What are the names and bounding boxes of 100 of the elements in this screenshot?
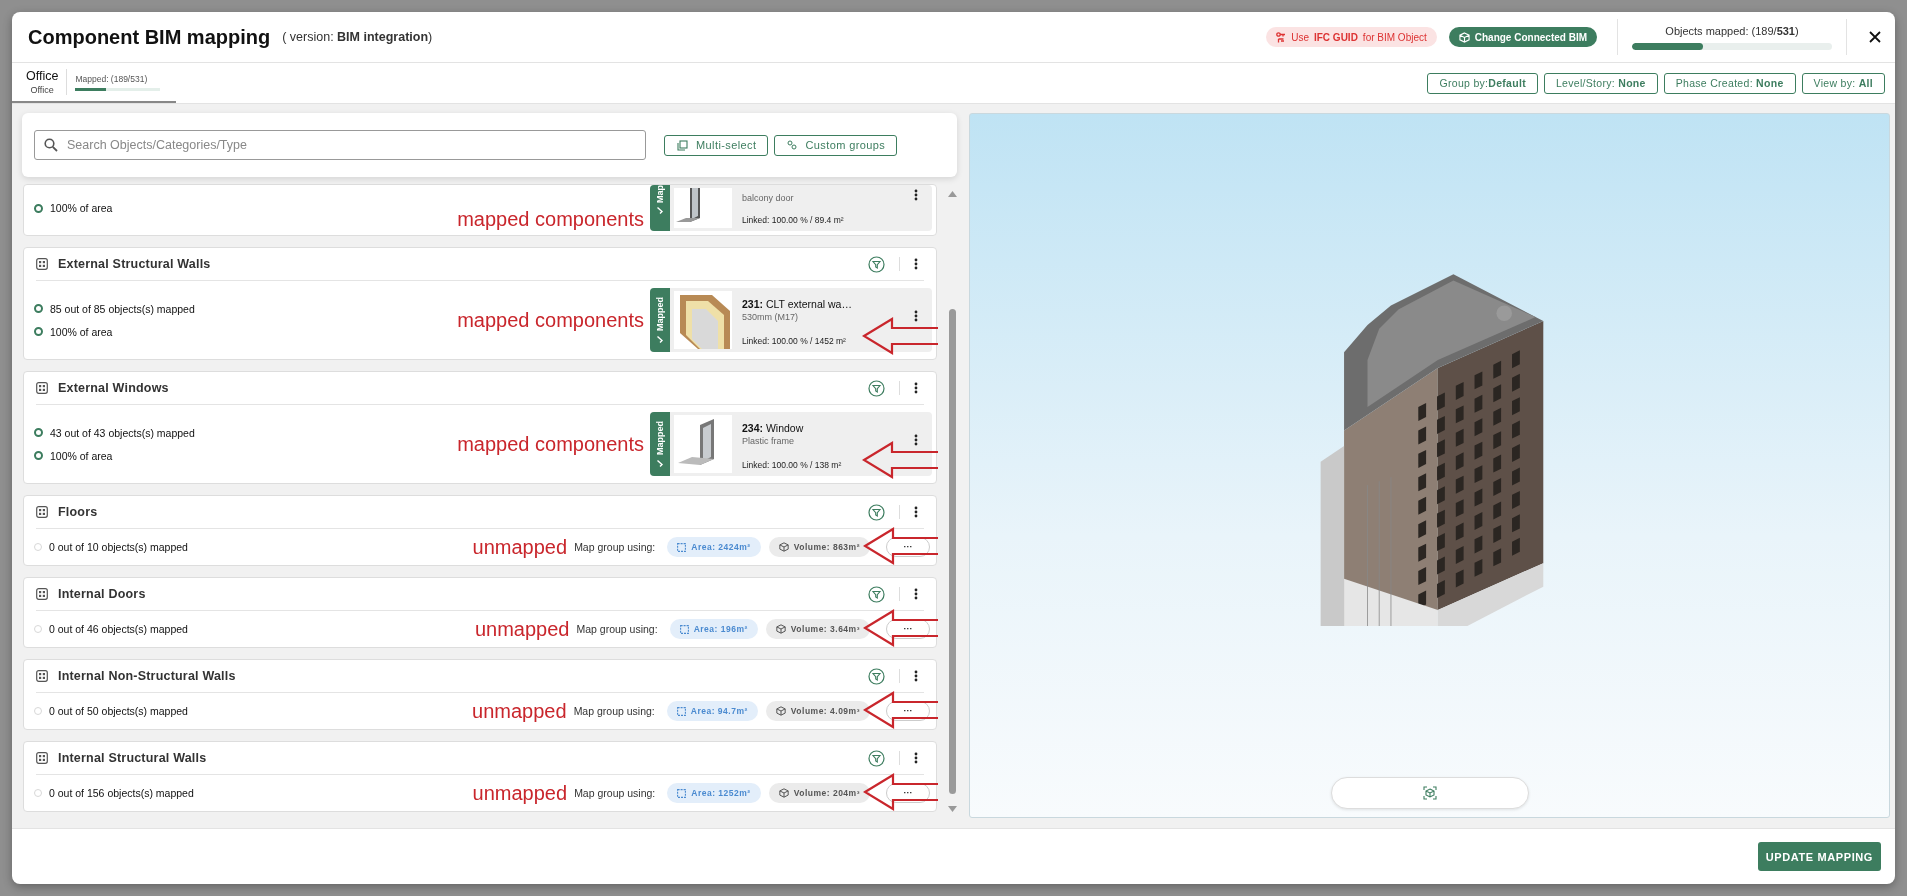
search-field[interactable]: Search Objects/Categories/Type [34,130,646,160]
map-group-label: Map group using: [574,541,656,553]
custom-groups-button[interactable]: Custom groups [774,134,898,156]
annotation-text: unmapped [472,781,568,805]
search-icon [44,138,58,152]
mapped-badge: Mapped [650,288,670,352]
mapped-component-tile[interactable]: Map balcony door Linked: 100.00 % / 89.4 m² [650,185,932,231]
version-label: ( version: BIM integration) [282,30,433,44]
cube-icon [775,624,786,634]
more-options-icon[interactable] [914,189,918,201]
wall-section-thumbnail [674,291,732,349]
grid-icon [36,258,48,270]
area-icon [677,542,687,552]
group-title: External Windows [58,381,169,395]
status-text: 0 out of 10 objects(s) mapped [49,541,188,553]
filter-icon[interactable] [868,749,885,767]
linked-text: Linked: 100.00 % / 89.4 m² [742,215,845,225]
more-options-icon[interactable] [914,670,918,682]
mapped-component-tile[interactable]: Mapped 231: CLT external wa… 530mm (M17) Linked: 100.00 % / 1452 m² [650,288,932,352]
component-name: 231: CLT external wa… [742,298,853,310]
cube-icon [1458,31,1470,43]
status-text: 100% of area [50,325,113,338]
annotation-text: unmapped [472,699,567,723]
groups-icon [787,140,798,150]
map-group-label: Map group using: [573,705,655,717]
mapped-badge: Map [650,185,670,231]
annotation-text: mapped components [457,208,644,231]
filter-button[interactable]: Group by:Default [1427,72,1538,94]
more-options-icon[interactable] [914,434,918,446]
update-mapping-button[interactable]: UPDATE MAPPING [1757,842,1881,871]
area-chip[interactable]: Area: 2424m² [667,537,761,557]
grid-icon [36,382,48,394]
annotation-text: mapped components [457,432,644,456]
group-title: External Structural Walls [58,257,211,271]
status-text: 100% of area [50,449,113,462]
linked-text: Linked: 100.00 % / 1452 m² [742,336,847,346]
more-options-icon[interactable] [914,310,918,322]
component-description: 530mm (M17) [742,312,799,322]
grid-icon [36,588,48,600]
cube-focus-icon [1422,786,1437,800]
status-text: 0 out of 50 objects(s) mapped [49,705,188,717]
area-icon [677,788,687,798]
component-name: 234: Window [742,422,805,434]
more-options-icon[interactable] [914,382,918,394]
filter-button[interactable]: Phase Created: None [1663,72,1796,94]
area-chip[interactable]: Area: 94.7m² [666,701,758,721]
more-options-icon[interactable] [914,506,918,518]
filter-button[interactable]: Level/Story: None [1544,72,1658,94]
status-text: 0 out of 46 objects(s) mapped [49,623,188,635]
modal-title: Component BIM mapping [28,25,271,49]
multi-select-button[interactable]: Multi-select [664,134,769,156]
more-options-icon[interactable] [914,258,918,270]
group-title: Internal Non-Structural Walls [58,669,236,683]
area-icon [676,706,686,716]
linked-text: Linked: 100.00 % / 138 m² [742,460,843,470]
volume-chip[interactable]: Volume: 863m² [768,537,870,557]
component-description: balcony door [742,193,795,203]
area-chip[interactable]: Area: 1252m² [667,783,761,803]
change-connected-bim-button[interactable]: Change Connected BIM [1448,27,1597,47]
filter-icon[interactable] [868,585,885,603]
filter-icon[interactable] [868,255,885,273]
group-title: Internal Doors [58,587,146,601]
close-icon[interactable] [1869,31,1881,43]
mapped-badge: Mapped [650,412,670,476]
group-title: Internal Structural Walls [58,751,207,765]
cube-icon [778,788,789,798]
grid-icon [36,506,48,518]
objects-mapped-label: Objects mapped: (189/531) [1665,24,1799,37]
annotation-text: unmapped [472,535,568,559]
map-group-label: Map group using: [574,787,656,799]
grid-icon [36,752,48,764]
status-text: 0 out of 156 objects(s) mapped [49,787,194,799]
area-chip[interactable]: Area: 196m² [669,619,758,639]
ifc-guid-button[interactable]: Use IFC GUID for BIM Object [1266,27,1437,47]
status-text: 43 out of 43 objects(s) mapped [50,426,195,439]
volume-chip[interactable]: Volume: 4.09m³ [765,701,870,721]
filter-icon[interactable] [868,667,885,685]
status-text: 85 out of 85 objects(s) mapped [50,302,195,315]
group-title: Floors [58,505,98,519]
annotation-text: unmapped [474,617,570,641]
door-thumbnail [674,188,732,228]
volume-chip[interactable]: Volume: 204m³ [768,783,870,803]
area-icon [679,624,689,634]
filter-icon[interactable] [868,379,885,397]
volume-chip[interactable]: Volume: 3.64m³ [765,619,870,639]
filter-icon[interactable] [868,503,885,521]
cube-icon [778,542,789,552]
key-icon [1276,31,1287,43]
more-options-icon[interactable] [914,752,918,764]
filter-button[interactable]: View by: All [1801,72,1885,94]
grid-icon [36,670,48,682]
cube-icon [775,706,786,716]
multi-select-icon [677,139,688,151]
window-thumbnail [674,415,732,473]
status-text: 100% of area [50,202,113,214]
map-group-label: Map group using: [576,623,658,635]
more-options-icon[interactable] [914,588,918,600]
component-description: Plastic frame [742,436,795,446]
annotation-text: mapped components [457,308,644,332]
mapped-component-tile[interactable]: Mapped 234: Window Plastic frame Linked: 100.00 % / 138 m² [650,412,932,476]
